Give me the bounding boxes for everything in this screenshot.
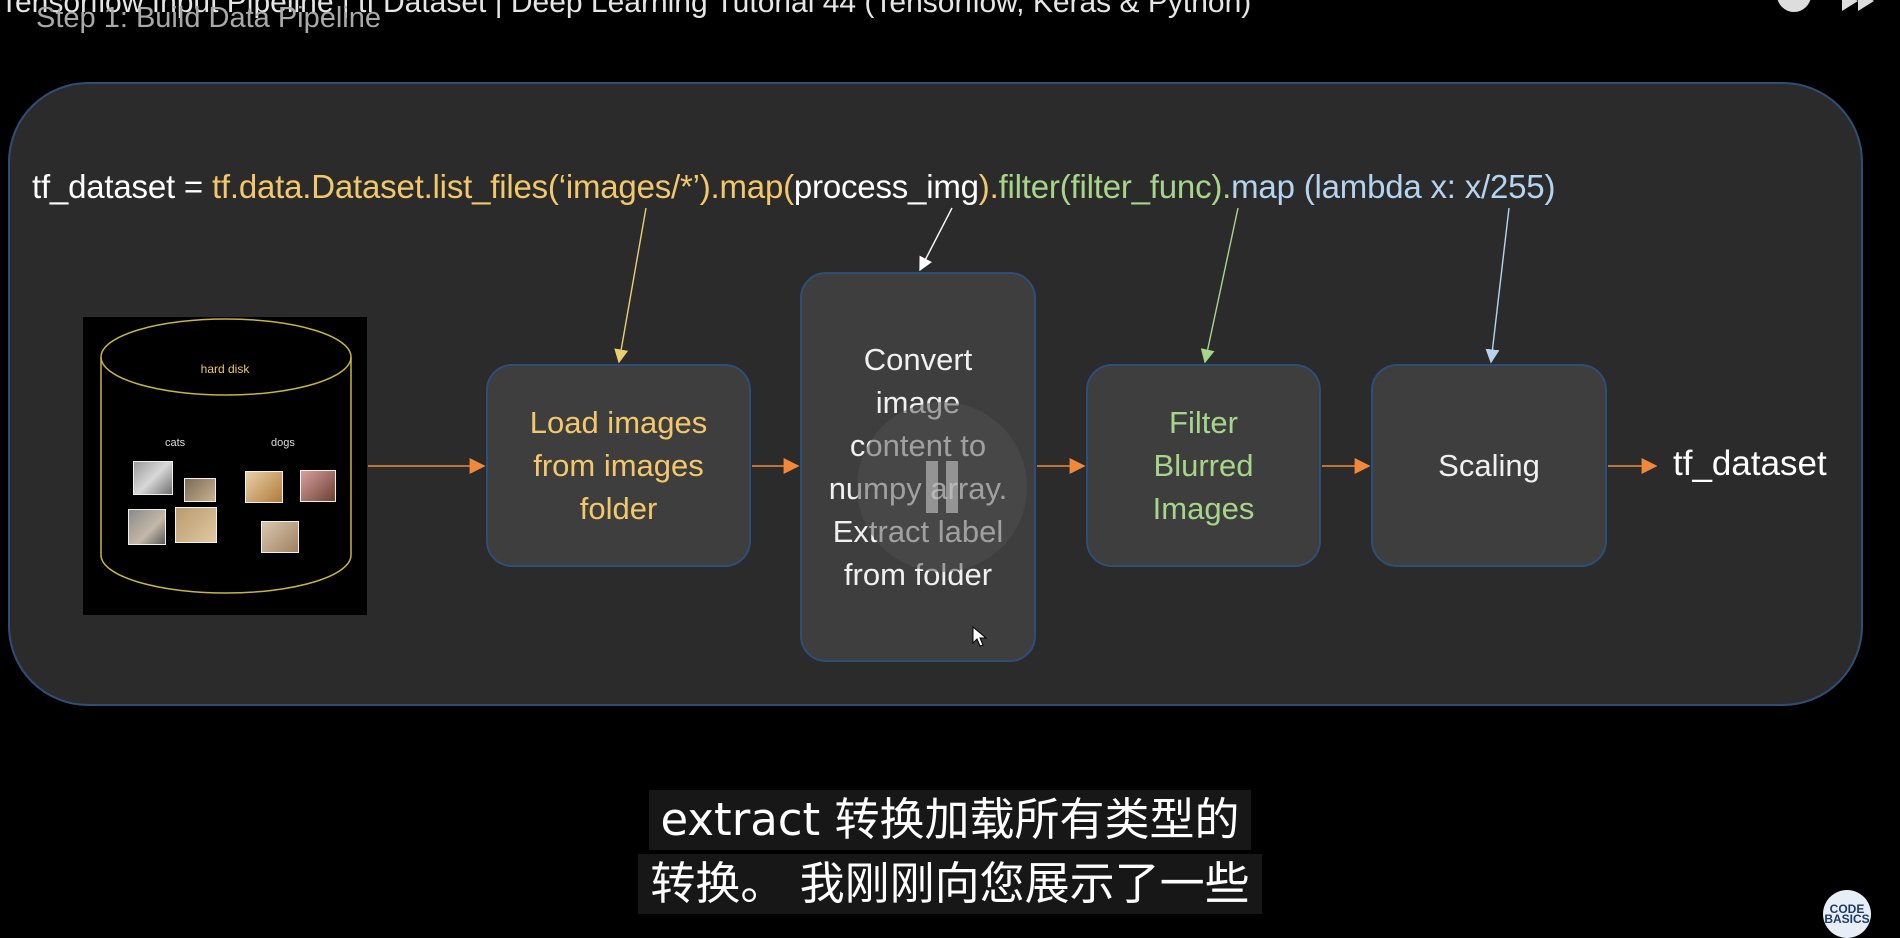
subtitle-line-2: 转换。 我刚刚向您展示了一些 [638,854,1262,914]
subtitles: extract 转换加载所有类型的 转换。 我刚刚向您展示了一些 [0,790,1900,918]
mouse-cursor-icon [972,626,988,647]
pointer-arrow [1485,207,1510,364]
pointer-arrow [614,207,647,364]
pointer-arrow [1200,207,1239,364]
pointer-arrow [919,207,953,272]
pause-icon[interactable] [857,402,1027,572]
channel-logo[interactable]: CODE BASICS [1823,890,1871,938]
subtitle-line-1: extract 转换加载所有类型的 [648,790,1252,850]
